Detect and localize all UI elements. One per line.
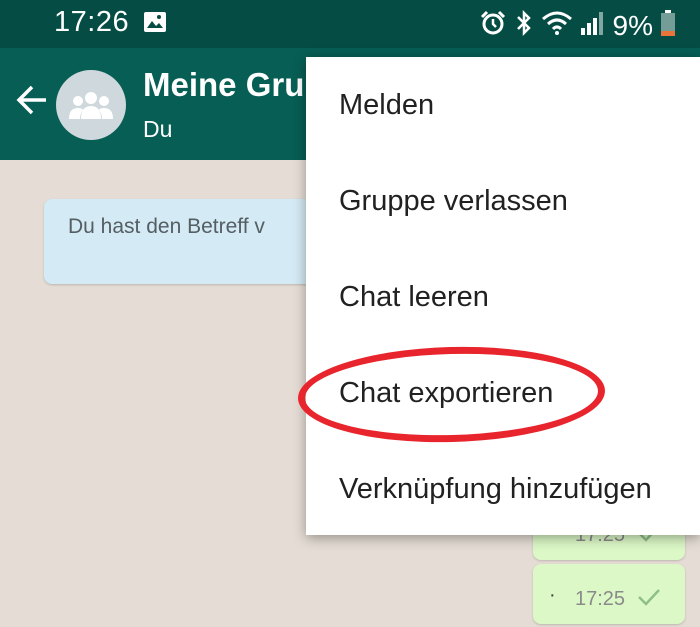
menu-item-label: Chat leeren	[339, 280, 489, 313]
battery-icon	[660, 9, 676, 42]
menu-item-chat-exportieren[interactable]: Chat exportieren	[306, 345, 700, 441]
image-icon	[143, 11, 167, 38]
bluetooth-icon	[514, 9, 534, 42]
group-subtitle: Du	[143, 116, 173, 142]
system-message-text: Du hast den Betreff v	[68, 215, 265, 238]
status-bar: 17:26 9%	[0, 0, 700, 48]
status-icons: 9%	[479, 9, 676, 42]
overflow-menu: Melden Gruppe verlassen Chat leeren Chat…	[306, 57, 700, 535]
status-time: 17:26	[54, 6, 130, 38]
menu-item-verknuepfung-hinzufuegen[interactable]: Verknüpfung hinzufügen	[306, 441, 700, 537]
message-text: ·	[549, 584, 556, 606]
group-title[interactable]: Meine Gru	[143, 66, 304, 104]
signal-icon	[580, 10, 604, 41]
alarm-icon	[479, 9, 507, 42]
message-time: 17:25	[575, 588, 626, 610]
battery-percent: 9%	[612, 9, 653, 41]
system-message: Du hast den Betreff v	[44, 199, 344, 284]
group-icon	[69, 92, 113, 119]
menu-item-label: Gruppe verlassen	[339, 184, 568, 217]
menu-item-label: Chat exportieren	[339, 376, 554, 409]
message-bubble[interactable]: · 17:25	[533, 564, 685, 624]
menu-item-label: Melden	[339, 88, 435, 121]
menu-item-label: Verknüpfung hinzufügen	[339, 472, 652, 505]
wifi-icon	[541, 10, 573, 41]
menu-item-gruppe-verlassen[interactable]: Gruppe verlassen	[306, 153, 700, 249]
menu-item-melden[interactable]: Melden	[306, 57, 700, 153]
check-icon	[637, 588, 661, 611]
group-avatar[interactable]	[56, 70, 126, 140]
back-arrow-icon[interactable]	[14, 82, 50, 123]
menu-item-chat-leeren[interactable]: Chat leeren	[306, 249, 700, 345]
